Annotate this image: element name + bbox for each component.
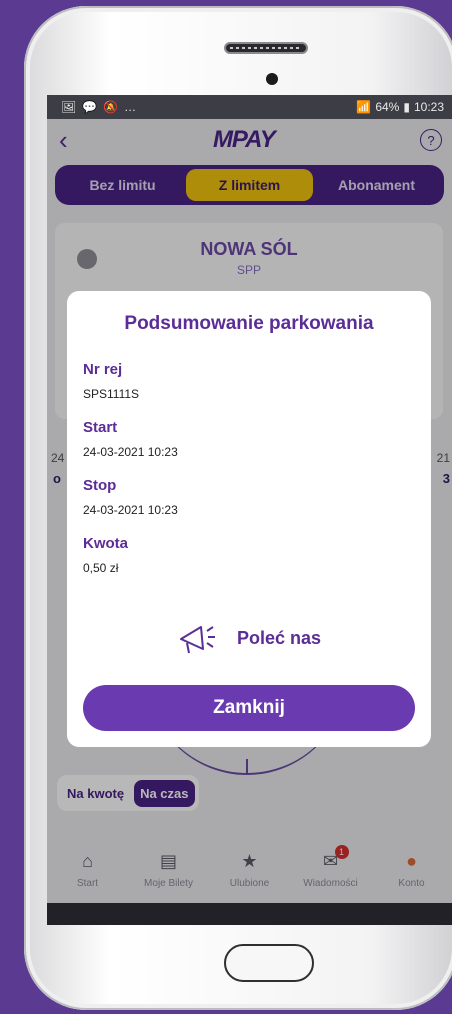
plate-label: Nr rej [83,361,123,378]
status-bar: 🖼 💬 🔕 … 📶 64% ▮ 10:23 [47,95,452,119]
amount-label: Kwota [83,535,128,552]
gallery-icon: 🖼 [61,100,77,114]
wifi-signal-icon: 📶 [356,100,372,114]
clock: 10:23 [413,100,444,114]
stop-value: 24-03-2021 10:23 [83,503,178,517]
stop-label: Stop [83,477,117,494]
screen: 🖼 💬 🔕 … 📶 64% ▮ 10:23 ‹ MPAY ? Bez limit… [47,95,452,925]
front-camera [266,73,278,85]
dialog-title: Podsumowanie parkowania [124,313,374,334]
mute-icon: 🔕 [103,100,119,114]
plate-value: SPS1111S [83,387,140,401]
parking-summary-dialog: Podsumowanie parkowania Nr rej SPS1111S … [67,291,431,747]
speaker-grille [224,42,308,54]
system-status: 📶 64% ▮ 10:23 [356,100,444,114]
recommend-link[interactable]: Poleć nas [67,621,431,655]
megaphone-icon [179,626,215,654]
home-button[interactable] [224,944,314,982]
battery-level: 64% [375,100,400,114]
notification-icons: 🖼 💬 🔕 … [61,100,136,114]
start-label: Start [83,419,118,436]
battery-icon: ▮ [403,100,410,114]
amount-value: 0,50 zł [83,561,119,575]
close-button[interactable]: Zamknij [83,685,415,731]
message-icon: 💬 [82,100,98,114]
start-value: 24-03-2021 10:23 [83,445,178,459]
recommend-label: Poleć nas [236,627,322,648]
more-icon: … [124,100,137,114]
